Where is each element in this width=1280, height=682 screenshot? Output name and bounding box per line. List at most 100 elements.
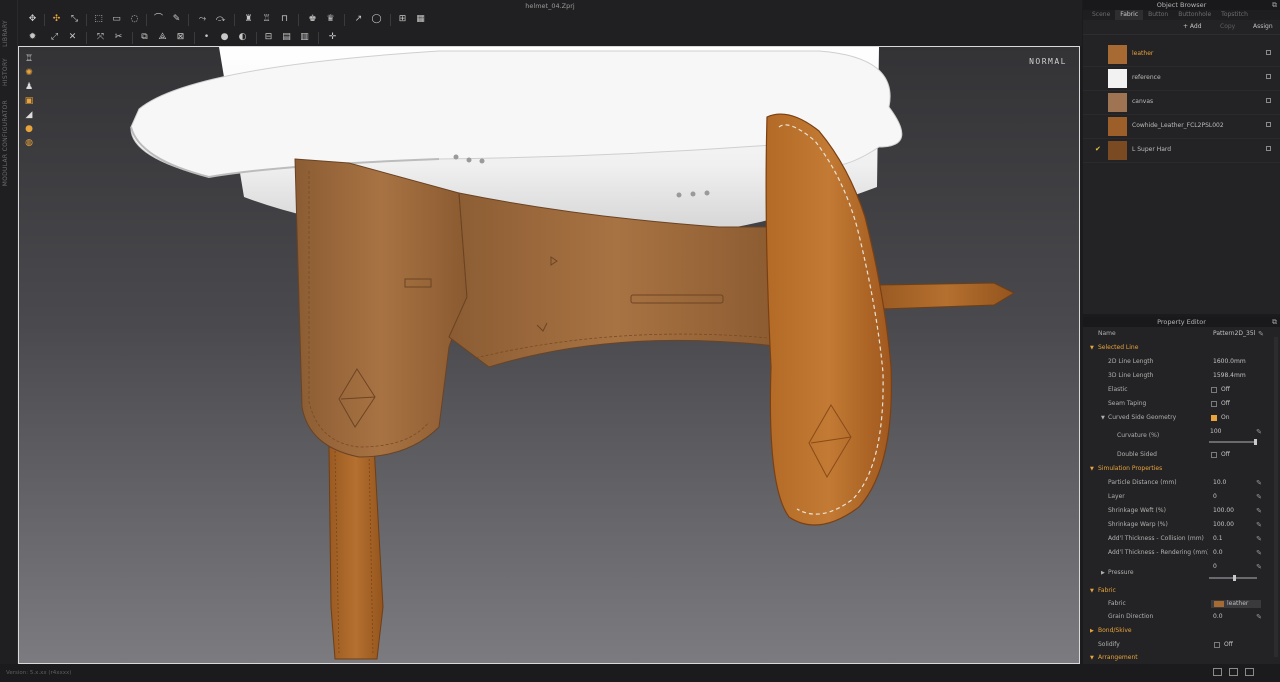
buttonhole-icon[interactable]: ● bbox=[218, 32, 231, 43]
garment-icon[interactable]: ♜ bbox=[242, 14, 255, 25]
lasso-icon[interactable]: ◯ bbox=[370, 14, 383, 25]
edit-icon[interactable]: ✎ bbox=[1256, 519, 1262, 531]
popout-icon[interactable]: ⧉ bbox=[1272, 317, 1277, 327]
button-tool-icon[interactable]: • bbox=[200, 32, 213, 43]
edit-icon[interactable]: ✎ bbox=[1256, 426, 1262, 438]
rectangle-icon[interactable]: ▭ bbox=[110, 14, 123, 25]
select-move-icon[interactable]: ✥ bbox=[26, 14, 39, 25]
fabric-dropdown[interactable]: leather bbox=[1211, 600, 1261, 608]
section-fabric[interactable]: ▼ Fabric bbox=[1083, 585, 1280, 597]
rail-modular-configurator-tab[interactable]: MODULAR CONFIGURATOR bbox=[2, 100, 9, 186]
segment-sewing-icon[interactable]: ⤳ bbox=[196, 14, 209, 25]
prop-pressure[interactable]: ▶ Pressure bbox=[1083, 567, 1280, 581]
prop-value[interactable]: 0.1 bbox=[1213, 533, 1223, 545]
prop-value[interactable]: 0.0 bbox=[1213, 547, 1223, 559]
edit-icon[interactable]: ✎ bbox=[1256, 611, 1262, 623]
edit-icon[interactable]: ✎ bbox=[1256, 505, 1262, 517]
pattern-grid-icon[interactable]: ⊠ bbox=[174, 32, 187, 43]
slider-knob[interactable] bbox=[1254, 439, 1257, 445]
edit-icon[interactable]: ✎ bbox=[1256, 533, 1262, 545]
skin-icon[interactable]: ● bbox=[23, 123, 35, 135]
add-fabric-button[interactable]: + Add bbox=[1183, 23, 1202, 30]
topstitch-icon[interactable]: ⊟ bbox=[262, 32, 275, 43]
fabric-lock-icon[interactable] bbox=[1266, 122, 1271, 127]
grid-icon[interactable]: ▦ bbox=[414, 14, 427, 25]
curvature-input[interactable]: 100 bbox=[1210, 426, 1221, 438]
3d-viewport[interactable]: NORMAL ♖ ✺ ♟ ▣ ◢ ● ◍ bbox=[18, 46, 1080, 664]
elastic-checkbox[interactable] bbox=[1211, 387, 1217, 393]
prop-value[interactable]: 0 bbox=[1213, 491, 1217, 503]
mannequin-icon[interactable]: ♛ bbox=[324, 14, 337, 25]
render-icon[interactable]: ◢ bbox=[23, 109, 35, 121]
solidify-checkbox[interactable] bbox=[1214, 642, 1220, 648]
section-simulation[interactable]: ▼ Simulation Properties bbox=[1083, 463, 1280, 475]
curvature-slider[interactable] bbox=[1209, 439, 1257, 445]
graphic-icon[interactable]: ⟁ bbox=[156, 32, 169, 43]
fabric-row-reference[interactable]: reference bbox=[1083, 67, 1280, 91]
slider-knob[interactable] bbox=[1233, 575, 1236, 581]
fabric-lock-icon[interactable] bbox=[1266, 50, 1271, 55]
prop-value[interactable]: 10.0 bbox=[1213, 477, 1226, 489]
zipper-icon[interactable]: ◐ bbox=[236, 32, 249, 43]
tack-icon[interactable]: ⤢ bbox=[48, 32, 61, 43]
avatar-icon[interactable]: ♚ bbox=[306, 14, 319, 25]
fabric-row-cowhide[interactable]: Cowhide_Leather_FCL2PSL002 bbox=[1083, 115, 1280, 139]
fabric-row-super-hard[interactable]: ✔ L Super Hard bbox=[1083, 139, 1280, 163]
prop-value[interactable]: 0.0 bbox=[1213, 611, 1223, 623]
simulation-icon[interactable]: ✹ bbox=[26, 32, 39, 43]
copy-fabric-button[interactable]: Copy bbox=[1220, 23, 1235, 30]
section-arrangement[interactable]: ▼ Arrangement bbox=[1083, 652, 1280, 664]
shirt-icon[interactable]: ♖ bbox=[260, 14, 273, 25]
expand-caret-icon[interactable]: ▼ bbox=[1101, 412, 1105, 424]
texture-edit-icon[interactable]: ⧉ bbox=[138, 32, 151, 43]
seam-taping-checkbox[interactable] bbox=[1211, 401, 1217, 407]
double-sided-checkbox[interactable] bbox=[1211, 452, 1217, 458]
edit-icon[interactable]: ✎ bbox=[1256, 547, 1262, 559]
prop-value[interactable]: 100.00 bbox=[1213, 519, 1234, 531]
strengthen-icon[interactable]: ✕ bbox=[66, 32, 79, 43]
layout-grid-icon[interactable] bbox=[1245, 668, 1254, 676]
transform-pattern-icon[interactable]: ✣ bbox=[50, 14, 63, 25]
move-gizmo-icon[interactable]: ✛ bbox=[326, 32, 339, 43]
fabric-lock-icon[interactable] bbox=[1266, 146, 1271, 151]
fabric-row-leather[interactable]: leather bbox=[1083, 43, 1280, 67]
avatar-figure-icon[interactable]: ♟ bbox=[23, 81, 35, 93]
tab-fabric[interactable]: Fabric bbox=[1115, 10, 1144, 20]
edit-icon[interactable]: ✎ bbox=[1256, 491, 1262, 503]
polygon-icon[interactable]: ⬚ bbox=[92, 14, 105, 25]
edit-curvature-icon[interactable]: ⌒ bbox=[152, 14, 165, 25]
fabric-lock-icon[interactable] bbox=[1266, 74, 1271, 79]
free-sewing-icon[interactable]: ⤼ bbox=[214, 14, 227, 25]
curved-side-checkbox[interactable] bbox=[1211, 415, 1217, 421]
annotation-icon[interactable]: ▥ bbox=[298, 32, 311, 43]
assign-fabric-button[interactable]: Assign bbox=[1253, 23, 1273, 30]
measure-icon[interactable]: ▤ bbox=[280, 32, 293, 43]
flatten-icon[interactable]: ✂ bbox=[112, 32, 125, 43]
section-selected-line[interactable]: ▼ Selected Line bbox=[1083, 342, 1280, 354]
ball-icon[interactable]: ◍ bbox=[23, 137, 35, 149]
pin-icon[interactable]: ↗ bbox=[352, 14, 365, 25]
layout-single-icon[interactable] bbox=[1213, 668, 1222, 676]
garment-display-icon[interactable]: ♖ bbox=[23, 53, 35, 65]
fabric-lock-icon[interactable] bbox=[1266, 98, 1271, 103]
tab-button[interactable]: Button bbox=[1143, 10, 1173, 20]
tab-scene[interactable]: Scene bbox=[1087, 10, 1115, 20]
avatar-display-icon[interactable]: ✺ bbox=[23, 67, 35, 79]
popout-icon[interactable]: ⧉ bbox=[1272, 0, 1277, 10]
fold-arrange-icon[interactable]: ⤧ bbox=[94, 32, 107, 43]
rail-library-tab[interactable]: LIBRARY bbox=[2, 20, 9, 47]
tab-topstitch[interactable]: Topstitch bbox=[1216, 10, 1253, 20]
tab-buttonhole[interactable]: Buttonhole bbox=[1173, 10, 1216, 20]
section-bond-skive[interactable]: ▶ Bond/Skive bbox=[1083, 625, 1280, 637]
add-point-icon[interactable]: ✎ bbox=[170, 14, 183, 25]
edit-icon[interactable]: ✎ bbox=[1258, 328, 1264, 340]
rail-history-tab[interactable]: HISTORY bbox=[2, 58, 9, 86]
pressure-slider[interactable] bbox=[1209, 575, 1257, 581]
ruler-icon[interactable]: ⊞ bbox=[396, 14, 409, 25]
layout-split-icon[interactable] bbox=[1229, 668, 1238, 676]
circle-icon[interactable]: ◌ bbox=[128, 14, 141, 25]
edit-pattern-icon[interactable]: ⤡ bbox=[68, 14, 81, 25]
edit-icon[interactable]: ✎ bbox=[1256, 477, 1262, 489]
fabric-display-icon[interactable]: ▣ bbox=[23, 95, 35, 107]
fabric-row-canvas[interactable]: canvas bbox=[1083, 91, 1280, 115]
